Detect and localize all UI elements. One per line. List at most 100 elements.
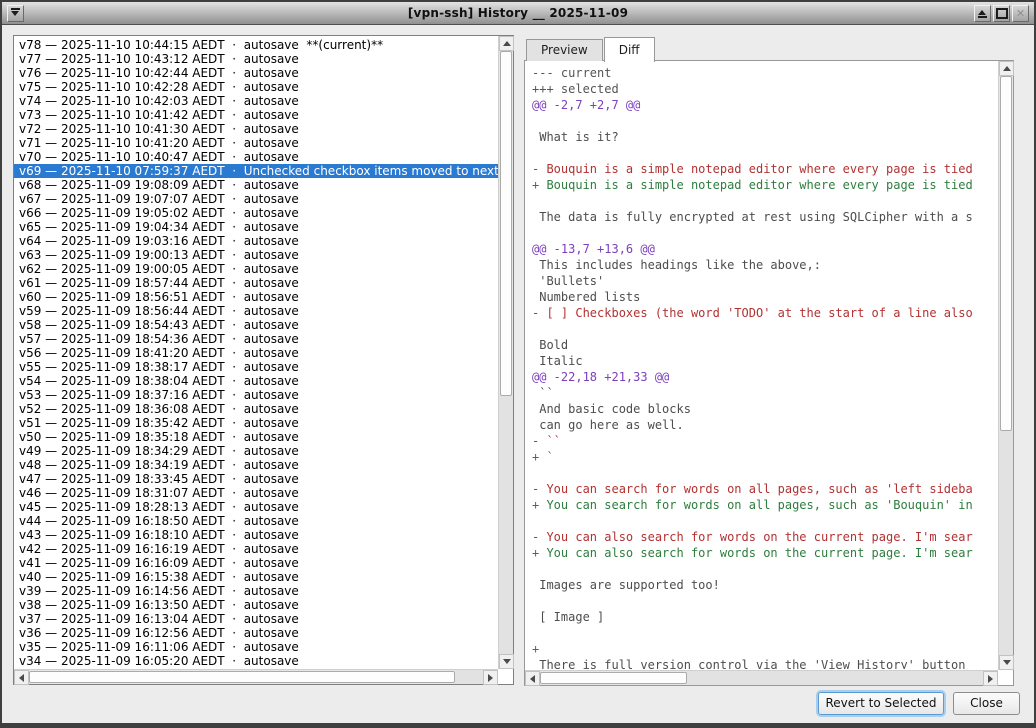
window-menu-button[interactable] bbox=[7, 5, 24, 22]
list-item[interactable]: v40 — 2025-11-09 16:15:38 AEDT · autosav… bbox=[14, 570, 498, 584]
history-list-rows: v78 — 2025-11-10 10:44:15 AEDT · autosav… bbox=[14, 36, 498, 669]
list-item[interactable]: v55 — 2025-11-09 18:38:17 AEDT · autosav… bbox=[14, 360, 498, 374]
list-item[interactable]: v65 — 2025-11-09 19:04:34 AEDT · autosav… bbox=[14, 220, 498, 234]
diff-line: There is full version control via the 'V… bbox=[532, 657, 997, 669]
scroll-right-arrow[interactable] bbox=[983, 671, 998, 686]
diff-line: @@ -22,18 +21,33 @@ bbox=[532, 369, 997, 385]
list-item[interactable]: v42 — 2025-11-09 16:16:19 AEDT · autosav… bbox=[14, 542, 498, 556]
scrollbar-trough[interactable] bbox=[999, 431, 1013, 655]
diff-line bbox=[532, 625, 997, 641]
diff-line: The data is fully encrypted at rest usin… bbox=[532, 209, 997, 225]
scroll-left-arrow[interactable] bbox=[14, 670, 29, 685]
list-item[interactable]: v74 — 2025-11-10 10:42:03 AEDT · autosav… bbox=[14, 94, 498, 108]
list-item[interactable]: v63 — 2025-11-09 19:00:13 AEDT · autosav… bbox=[14, 248, 498, 262]
maximize-button[interactable] bbox=[993, 5, 1010, 22]
list-item[interactable]: v58 — 2025-11-09 18:54:43 AEDT · autosav… bbox=[14, 318, 498, 332]
list-item[interactable]: v66 — 2025-11-09 19:05:02 AEDT · autosav… bbox=[14, 206, 498, 220]
list-item[interactable]: v61 — 2025-11-09 18:57:44 AEDT · autosav… bbox=[14, 276, 498, 290]
diff-line: Images are supported too! bbox=[532, 577, 997, 593]
list-item[interactable]: v62 — 2025-11-09 19:00:05 AEDT · autosav… bbox=[14, 262, 498, 276]
list-item[interactable]: v76 — 2025-11-10 10:42:44 AEDT · autosav… bbox=[14, 66, 498, 80]
list-item[interactable]: v75 — 2025-11-10 10:42:28 AEDT · autosav… bbox=[14, 80, 498, 94]
scroll-down-arrow[interactable] bbox=[999, 655, 1014, 670]
list-item[interactable]: v54 — 2025-11-09 18:38:04 AEDT · autosav… bbox=[14, 374, 498, 388]
list-item[interactable]: v44 — 2025-11-09 16:18:50 AEDT · autosav… bbox=[14, 514, 498, 528]
minimize-button[interactable] bbox=[974, 5, 991, 22]
list-item[interactable]: v70 — 2025-11-10 10:40:47 AEDT · autosav… bbox=[14, 150, 498, 164]
diff-horizontal-scrollbar[interactable] bbox=[525, 670, 998, 685]
diff-line: - You can search for words on all pages,… bbox=[532, 481, 997, 497]
diff-line: + bbox=[532, 641, 997, 657]
list-item[interactable]: v41 — 2025-11-09 16:16:09 AEDT · autosav… bbox=[14, 556, 498, 570]
list-item[interactable]: v36 — 2025-11-09 16:12:56 AEDT · autosav… bbox=[14, 626, 498, 640]
diff-line bbox=[532, 145, 997, 161]
list-item[interactable]: v67 — 2025-11-09 19:07:07 AEDT · autosav… bbox=[14, 192, 498, 206]
list-item[interactable]: v37 — 2025-11-09 16:13:04 AEDT · autosav… bbox=[14, 612, 498, 626]
list-item[interactable]: v47 — 2025-11-09 18:33:45 AEDT · autosav… bbox=[14, 472, 498, 486]
history-horizontal-scrollbar[interactable] bbox=[14, 669, 498, 684]
tab-diff[interactable]: Diff bbox=[604, 37, 655, 62]
diff-line bbox=[532, 113, 997, 129]
list-item[interactable]: v46 — 2025-11-09 18:31:07 AEDT · autosav… bbox=[14, 486, 498, 500]
list-item[interactable]: v59 — 2025-11-09 18:56:44 AEDT · autosav… bbox=[14, 304, 498, 318]
triangle-up-icon bbox=[503, 41, 511, 46]
triangle-left-icon bbox=[530, 675, 535, 683]
scrollbar-thumb[interactable] bbox=[29, 671, 455, 683]
scrollbar-trough[interactable] bbox=[687, 671, 983, 685]
list-item[interactable]: v34 — 2025-11-09 16:05:20 AEDT · autosav… bbox=[14, 654, 498, 668]
list-item[interactable]: v39 — 2025-11-09 16:14:56 AEDT · autosav… bbox=[14, 584, 498, 598]
titlebar[interactable]: [vpn-ssh] History __ 2025-11-09 ✕ bbox=[2, 2, 1034, 25]
diff-line: - `` bbox=[532, 433, 997, 449]
list-item[interactable]: v56 — 2025-11-09 18:41:20 AEDT · autosav… bbox=[14, 346, 498, 360]
list-item[interactable]: v73 — 2025-11-10 10:41:42 AEDT · autosav… bbox=[14, 108, 498, 122]
scrollbar-thumb[interactable] bbox=[540, 672, 687, 684]
scroll-right-arrow[interactable] bbox=[483, 670, 498, 685]
list-item[interactable]: v57 — 2025-11-09 18:54:36 AEDT · autosav… bbox=[14, 332, 498, 346]
scroll-up-arrow[interactable] bbox=[499, 36, 514, 51]
diff-line: [ Image ] bbox=[532, 609, 997, 625]
list-item[interactable]: v48 — 2025-11-09 18:34:19 AEDT · autosav… bbox=[14, 458, 498, 472]
triangle-left-icon bbox=[19, 674, 24, 682]
list-item[interactable]: v69 — 2025-11-10 07:59:37 AEDT · Uncheck… bbox=[14, 164, 498, 178]
list-item[interactable]: v71 — 2025-11-10 10:41:20 AEDT · autosav… bbox=[14, 136, 498, 150]
scroll-down-arrow[interactable] bbox=[499, 654, 514, 669]
scroll-up-arrow[interactable] bbox=[999, 61, 1014, 76]
list-item[interactable]: v52 — 2025-11-09 18:36:08 AEDT · autosav… bbox=[14, 402, 498, 416]
scrollbar-thumb[interactable] bbox=[500, 51, 512, 396]
revert-to-selected-button[interactable]: Revert to Selected bbox=[818, 692, 944, 715]
list-item[interactable]: v53 — 2025-11-09 18:37:16 AEDT · autosav… bbox=[14, 388, 498, 402]
triangle-right-icon bbox=[488, 674, 493, 682]
list-item[interactable]: v77 — 2025-11-10 10:43:12 AEDT · autosav… bbox=[14, 52, 498, 66]
list-item[interactable]: v38 — 2025-11-09 16:13:50 AEDT · autosav… bbox=[14, 598, 498, 612]
list-item[interactable]: v64 — 2025-11-09 19:03:16 AEDT · autosav… bbox=[14, 234, 498, 248]
minimize-icon bbox=[978, 8, 987, 18]
history-vertical-scrollbar[interactable] bbox=[498, 36, 513, 669]
diff-line: What is it? bbox=[532, 129, 997, 145]
list-item[interactable]: v68 — 2025-11-09 19:08:09 AEDT · autosav… bbox=[14, 178, 498, 192]
diff-vertical-scrollbar[interactable] bbox=[998, 61, 1013, 670]
list-item[interactable]: v72 — 2025-11-10 10:41:30 AEDT · autosav… bbox=[14, 122, 498, 136]
list-item[interactable]: v35 — 2025-11-09 16:11:06 AEDT · autosav… bbox=[14, 640, 498, 654]
close-icon: ✕ bbox=[1016, 8, 1025, 19]
list-item[interactable]: v49 — 2025-11-09 18:34:29 AEDT · autosav… bbox=[14, 444, 498, 458]
window-close-button[interactable]: ✕ bbox=[1012, 5, 1029, 22]
tab-preview[interactable]: Preview bbox=[526, 39, 603, 61]
list-item[interactable]: v51 — 2025-11-09 18:35:42 AEDT · autosav… bbox=[14, 416, 498, 430]
triangle-down-icon bbox=[503, 659, 511, 664]
history-list-panel: v78 — 2025-11-10 10:44:15 AEDT · autosav… bbox=[13, 35, 514, 685]
scrollbar-thumb[interactable] bbox=[1000, 76, 1012, 431]
scrollbar-trough[interactable] bbox=[499, 396, 513, 654]
close-button[interactable]: Close bbox=[953, 692, 1020, 715]
diff-line: Numbered lists bbox=[532, 289, 997, 305]
diff-line: - You can also search for words on the c… bbox=[532, 529, 997, 545]
window-menu-icon bbox=[11, 8, 20, 18]
diff-lines: --- current+++ selected@@ -2,7 +2,7 @@ W… bbox=[532, 65, 997, 669]
list-item[interactable]: v60 — 2025-11-09 18:56:51 AEDT · autosav… bbox=[14, 290, 498, 304]
list-item[interactable]: v50 — 2025-11-09 18:35:18 AEDT · autosav… bbox=[14, 430, 498, 444]
diff-line: - Bouquin is a simple notepad editor whe… bbox=[532, 161, 997, 177]
list-item[interactable]: v45 — 2025-11-09 18:28:13 AEDT · autosav… bbox=[14, 500, 498, 514]
list-item[interactable]: v43 — 2025-11-09 16:18:10 AEDT · autosav… bbox=[14, 528, 498, 542]
scroll-left-arrow[interactable] bbox=[525, 671, 540, 686]
scrollbar-trough[interactable] bbox=[455, 670, 483, 684]
list-item[interactable]: v78 — 2025-11-10 10:44:15 AEDT · autosav… bbox=[14, 38, 498, 52]
